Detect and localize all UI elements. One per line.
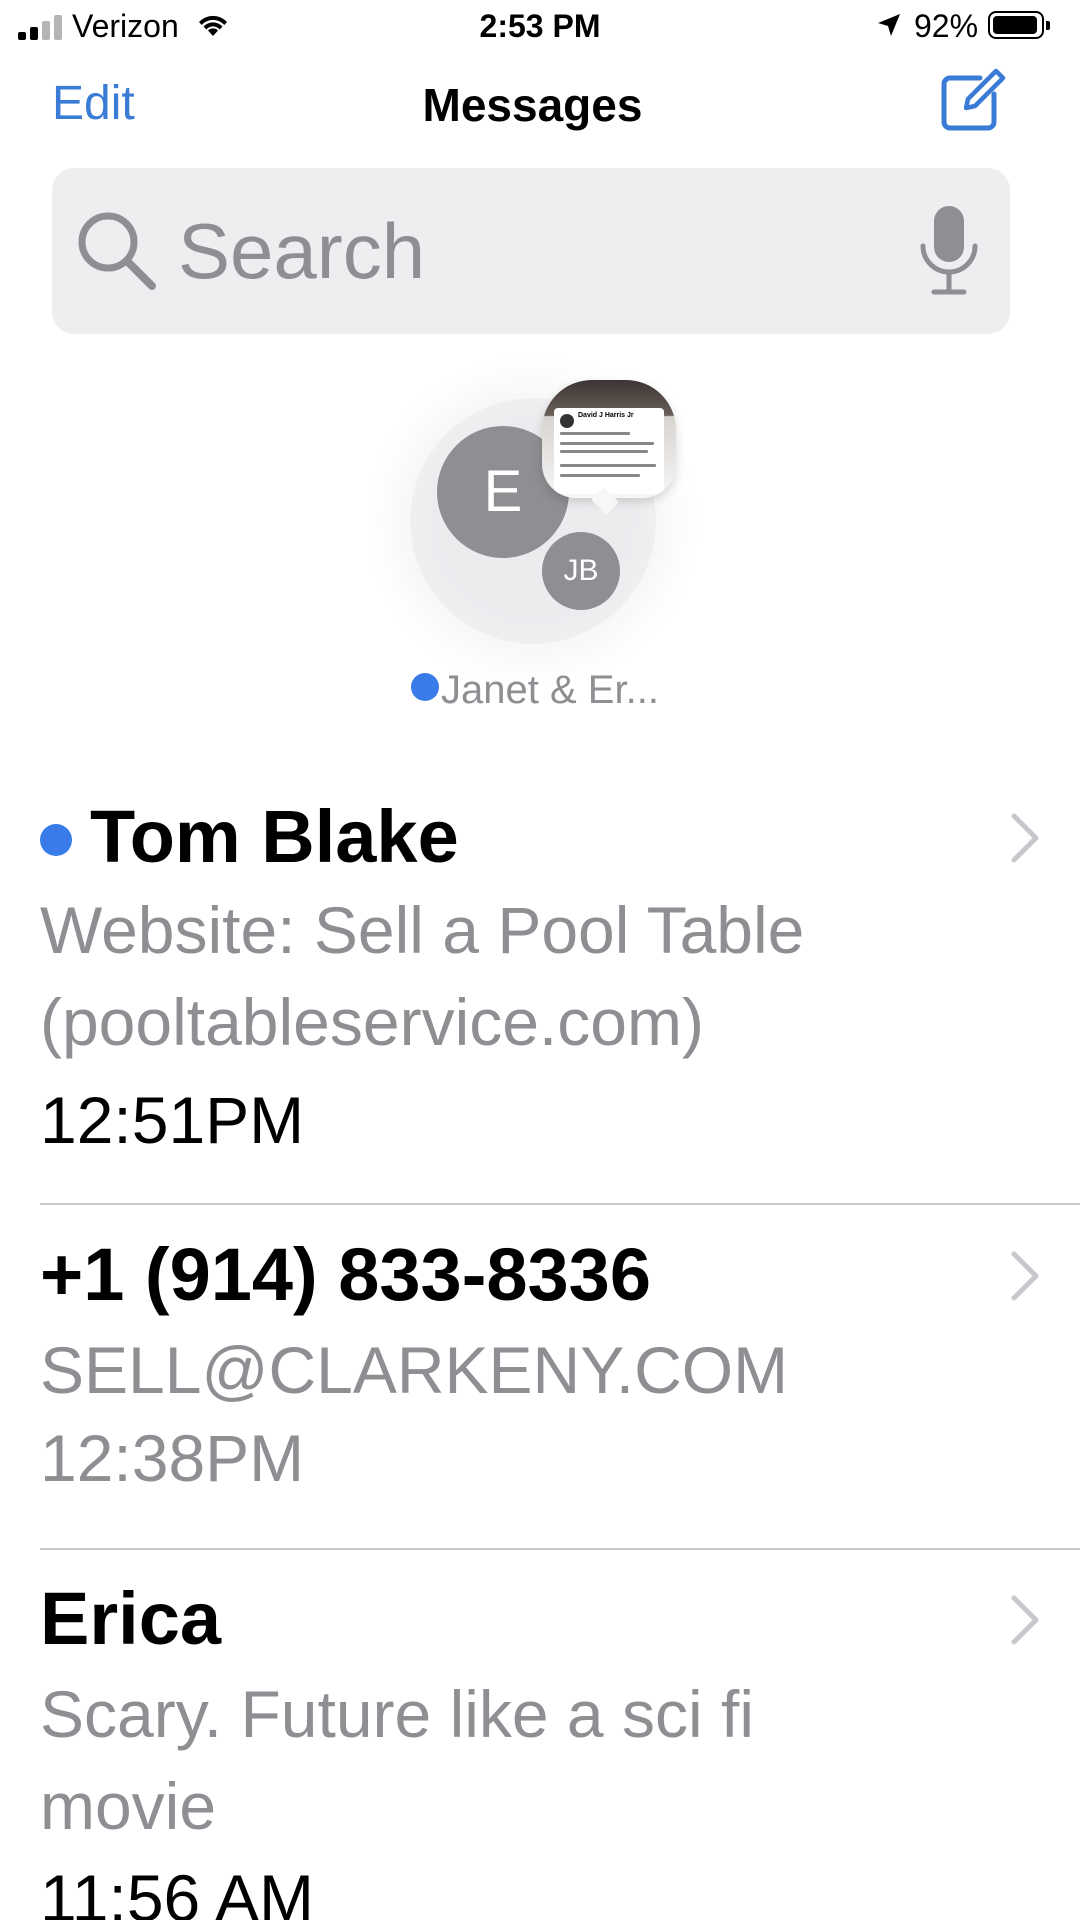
message-preview: Scary. Future like a sci fi movie xyxy=(40,1677,754,1843)
avatar: JB xyxy=(542,532,620,610)
contact-name: Erica xyxy=(40,1577,222,1660)
battery-icon xyxy=(988,11,1050,39)
contact-name: +1 (914) 833-8336 xyxy=(40,1233,651,1316)
conversation-row-tom-blake[interactable]: Tom Blake Website: Sell a Pool Table (po… xyxy=(0,790,1080,1200)
unread-indicator xyxy=(411,672,440,701)
battery-percent: 92% xyxy=(914,8,979,44)
message-preview: Website: Sell a Pool Table (pooltableser… xyxy=(40,893,805,1059)
pinned-label: Janet & Er... xyxy=(370,668,700,713)
page-title: Messages xyxy=(422,79,643,131)
message-time: 12:51PM xyxy=(40,1083,305,1157)
mic-icon[interactable] xyxy=(914,204,984,300)
conversation-row-phone-number[interactable]: +1 (914) 833-8336 SELL@CLARKENY.COM 12:3… xyxy=(0,1230,1080,1540)
divider xyxy=(40,1548,1080,1550)
divider xyxy=(40,1203,1080,1205)
message-preview: SELL@CLARKENY.COM xyxy=(40,1333,789,1407)
message-preview-thumbnail: David J Harris Jr xyxy=(542,380,676,498)
message-time: 11:56 AM xyxy=(40,1861,314,1920)
search-input[interactable] xyxy=(178,208,828,294)
message-time: 12:38PM xyxy=(40,1421,305,1495)
chevron-right-icon xyxy=(1011,1595,1039,1645)
pinned-name: Janet & Er... xyxy=(441,668,659,712)
search-icon xyxy=(78,212,156,290)
messages-screen: Verizon 2:53 PM 92% Edit Messages Search… xyxy=(0,0,1080,1920)
compose-icon[interactable] xyxy=(936,66,1008,138)
shared-post-card: David J Harris Jr xyxy=(554,408,664,494)
status-bar: Verizon 2:53 PM 92% xyxy=(0,0,1080,60)
search-bar[interactable] xyxy=(52,168,1010,334)
chevron-right-icon xyxy=(1011,813,1039,863)
contact-name: Tom Blake xyxy=(90,795,459,878)
location-arrow-icon xyxy=(878,14,900,36)
chevron-right-icon xyxy=(1011,1251,1039,1301)
conversation-row-erica[interactable]: Erica Scary. Future like a sci fi movie … xyxy=(0,1574,1080,1920)
unread-indicator xyxy=(40,824,72,856)
shared-post-author: David J Harris Jr xyxy=(578,412,634,419)
pinned-conversation[interactable]: E JB David J Harris Jr Janet & Er... xyxy=(370,370,700,720)
